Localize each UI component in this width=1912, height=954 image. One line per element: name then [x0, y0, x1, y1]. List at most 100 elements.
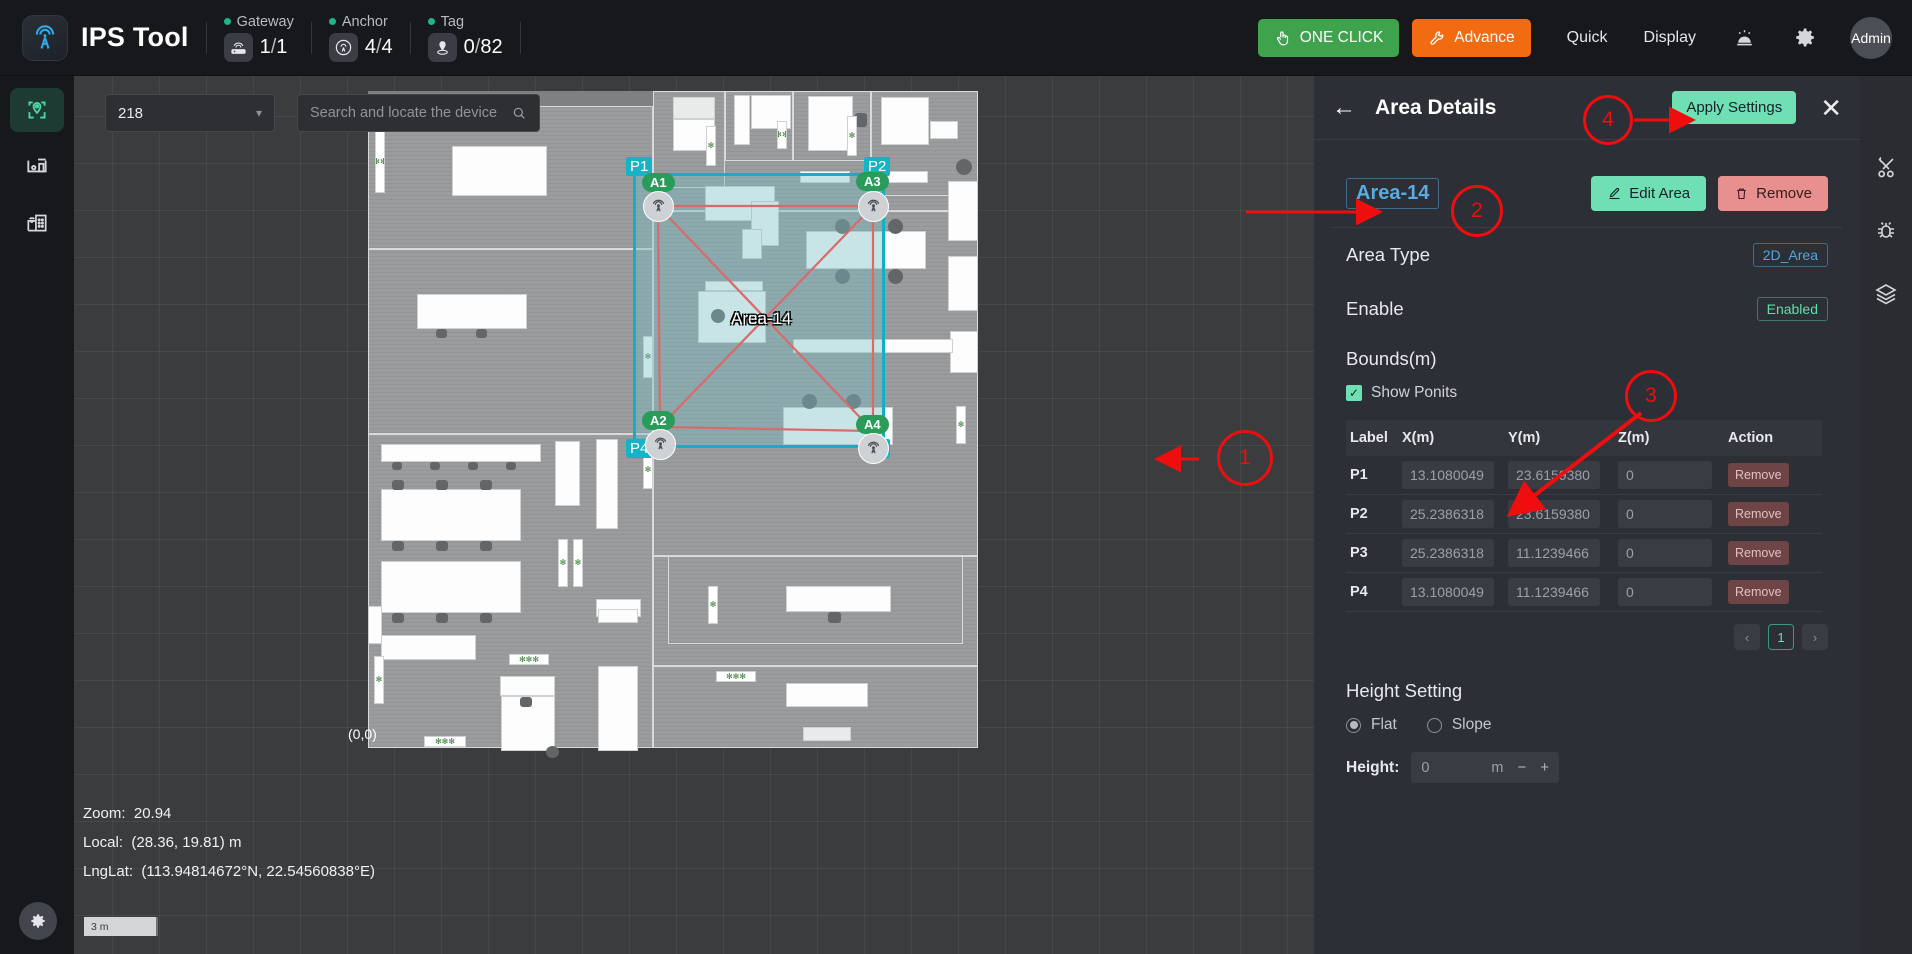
status-dot	[223, 18, 231, 25]
sidebar-item-devices[interactable]	[10, 144, 64, 188]
page-current[interactable]: 1	[1768, 624, 1794, 650]
y-input[interactable]	[1508, 578, 1600, 606]
plant: ✻✻✻	[847, 116, 857, 156]
chair	[888, 219, 903, 234]
furniture	[381, 561, 521, 613]
height-increment-button[interactable]: +	[1540, 759, 1549, 776]
one-click-label: ONE CLICK	[1299, 28, 1384, 46]
tag-pin-icon	[427, 32, 457, 62]
chevron-down-icon: ▾	[255, 106, 262, 120]
show-points-checkbox[interactable]: ✓	[1346, 385, 1362, 401]
device-dashboard-icon	[27, 158, 47, 173]
user-avatar[interactable]: Admin	[1850, 16, 1892, 59]
enable-value[interactable]: Enabled	[1756, 297, 1828, 321]
row-remove-button[interactable]: Remove	[1728, 463, 1789, 487]
x-input[interactable]	[1402, 500, 1494, 528]
room	[368, 249, 653, 434]
close-icon[interactable]: ✕	[1820, 95, 1842, 121]
height-stepper[interactable]: 0 m − +	[1411, 752, 1560, 783]
gateway-online: 1	[259, 35, 271, 58]
apply-settings-button[interactable]: Apply Settings	[1672, 91, 1797, 124]
chair	[392, 541, 404, 551]
advance-button[interactable]: Advance	[1412, 18, 1531, 57]
plant: ✻✻✻	[374, 656, 384, 704]
app-logo	[22, 14, 68, 61]
row-label: P2	[1346, 494, 1398, 534]
show-points-row[interactable]: ✓ Show Ponits	[1314, 370, 1860, 402]
panel-header: ← Area Details Apply Settings ✕	[1314, 76, 1860, 140]
chair	[392, 480, 404, 490]
z-input[interactable]	[1618, 500, 1712, 528]
floor-plan: ✻✻✻✻ ✻✻✻ ✻✻✻ ✻✻✻ ✻✻✻ ✻✻✻ ✻✻✻ ✻✻✻ ✻✻✻ ✻✻ …	[368, 91, 978, 758]
z-input[interactable]	[1618, 461, 1712, 489]
anchor-icon-a3[interactable]	[858, 191, 889, 222]
map-canvas[interactable]: 218 ▾ Search and locate the device ✻ ✻ ✻…	[74, 76, 1314, 954]
sidebar-settings-button[interactable]	[19, 902, 57, 940]
anchor-badge-a4[interactable]: A4	[856, 415, 889, 434]
stat-anchor: Anchor 4/4	[328, 11, 393, 65]
sidebar-item-map[interactable]	[10, 88, 64, 132]
radio-flat[interactable]	[1346, 717, 1361, 733]
x-input[interactable]	[1402, 539, 1494, 567]
anchor-badge-a2[interactable]: A2	[642, 411, 675, 430]
height-value[interactable]: 0	[1421, 760, 1477, 776]
router-icon	[223, 32, 253, 62]
y-input[interactable]	[1508, 539, 1600, 567]
alarm-bell-icon[interactable]	[1732, 25, 1757, 50]
bug-icon	[1878, 222, 1894, 238]
height-setting-title: Height Setting	[1346, 680, 1463, 701]
chair	[392, 462, 402, 470]
flat-label: Flat	[1371, 716, 1397, 733]
chair	[956, 159, 972, 175]
plant: ✻✻✻	[558, 539, 568, 587]
rrail-item-layers[interactable]	[1860, 262, 1912, 326]
anchor-badge-a3[interactable]: A3	[856, 172, 889, 191]
y-input[interactable]	[1508, 500, 1600, 528]
chair	[506, 462, 516, 470]
plant: ✻✻✻	[509, 654, 549, 665]
chair	[430, 462, 440, 470]
row-remove-button[interactable]: Remove	[1728, 580, 1789, 604]
quick-menu[interactable]: Quick	[1567, 29, 1608, 47]
search-input[interactable]	[310, 105, 505, 121]
anchor-icon-a2[interactable]	[645, 429, 676, 460]
z-input[interactable]	[1618, 539, 1712, 567]
page-next-button[interactable]: ›	[1802, 624, 1828, 650]
furniture	[948, 181, 978, 241]
page-prev-button[interactable]: ‹	[1734, 624, 1760, 650]
gear-icon[interactable]	[1793, 25, 1818, 50]
device-search[interactable]	[297, 94, 540, 132]
anchor-icon-a4[interactable]	[858, 433, 889, 464]
z-input[interactable]	[1618, 578, 1712, 606]
display-menu[interactable]: Display	[1644, 29, 1696, 47]
height-decrement-button[interactable]: −	[1517, 759, 1526, 776]
row-remove-button[interactable]: Remove	[1728, 502, 1789, 526]
one-click-button[interactable]: ONE CLICK	[1257, 18, 1400, 57]
area-type-value[interactable]: 2D_Area	[1752, 243, 1828, 267]
radio-slope[interactable]	[1426, 717, 1442, 733]
furniture	[381, 444, 541, 462]
plant: ✻✻✻	[956, 406, 966, 444]
sidebar-item-building[interactable]	[10, 200, 64, 244]
gateway-label: Gateway	[236, 13, 294, 30]
height-mode-group: Flat Slope	[1314, 702, 1860, 734]
remove-area-button[interactable]: Remove	[1718, 176, 1828, 211]
furniture	[881, 97, 929, 145]
plant: ✻✻✻	[573, 539, 583, 587]
x-input[interactable]	[1402, 578, 1494, 606]
edit-area-button[interactable]: Edit Area	[1591, 176, 1707, 211]
anchor-badge-a1[interactable]: A1	[642, 173, 675, 192]
y-input[interactable]	[1508, 461, 1600, 489]
stat-tag: Tag 0/82	[427, 11, 503, 65]
row-remove-button[interactable]: Remove	[1728, 541, 1789, 565]
rrail-item-debug[interactable]	[1860, 198, 1912, 262]
anchor-icon-a1[interactable]	[643, 191, 674, 222]
lnglat-label: LngLat:	[83, 863, 134, 880]
wrench-icon	[1430, 30, 1444, 45]
x-input[interactable]	[1402, 461, 1494, 489]
arrow-left-icon[interactable]: ←	[1332, 95, 1356, 120]
furniture	[786, 683, 868, 707]
rrail-item-tools[interactable]	[1860, 134, 1912, 198]
floor-select[interactable]: 218 ▾	[105, 94, 275, 132]
plant: ✻✻✻	[708, 586, 718, 624]
